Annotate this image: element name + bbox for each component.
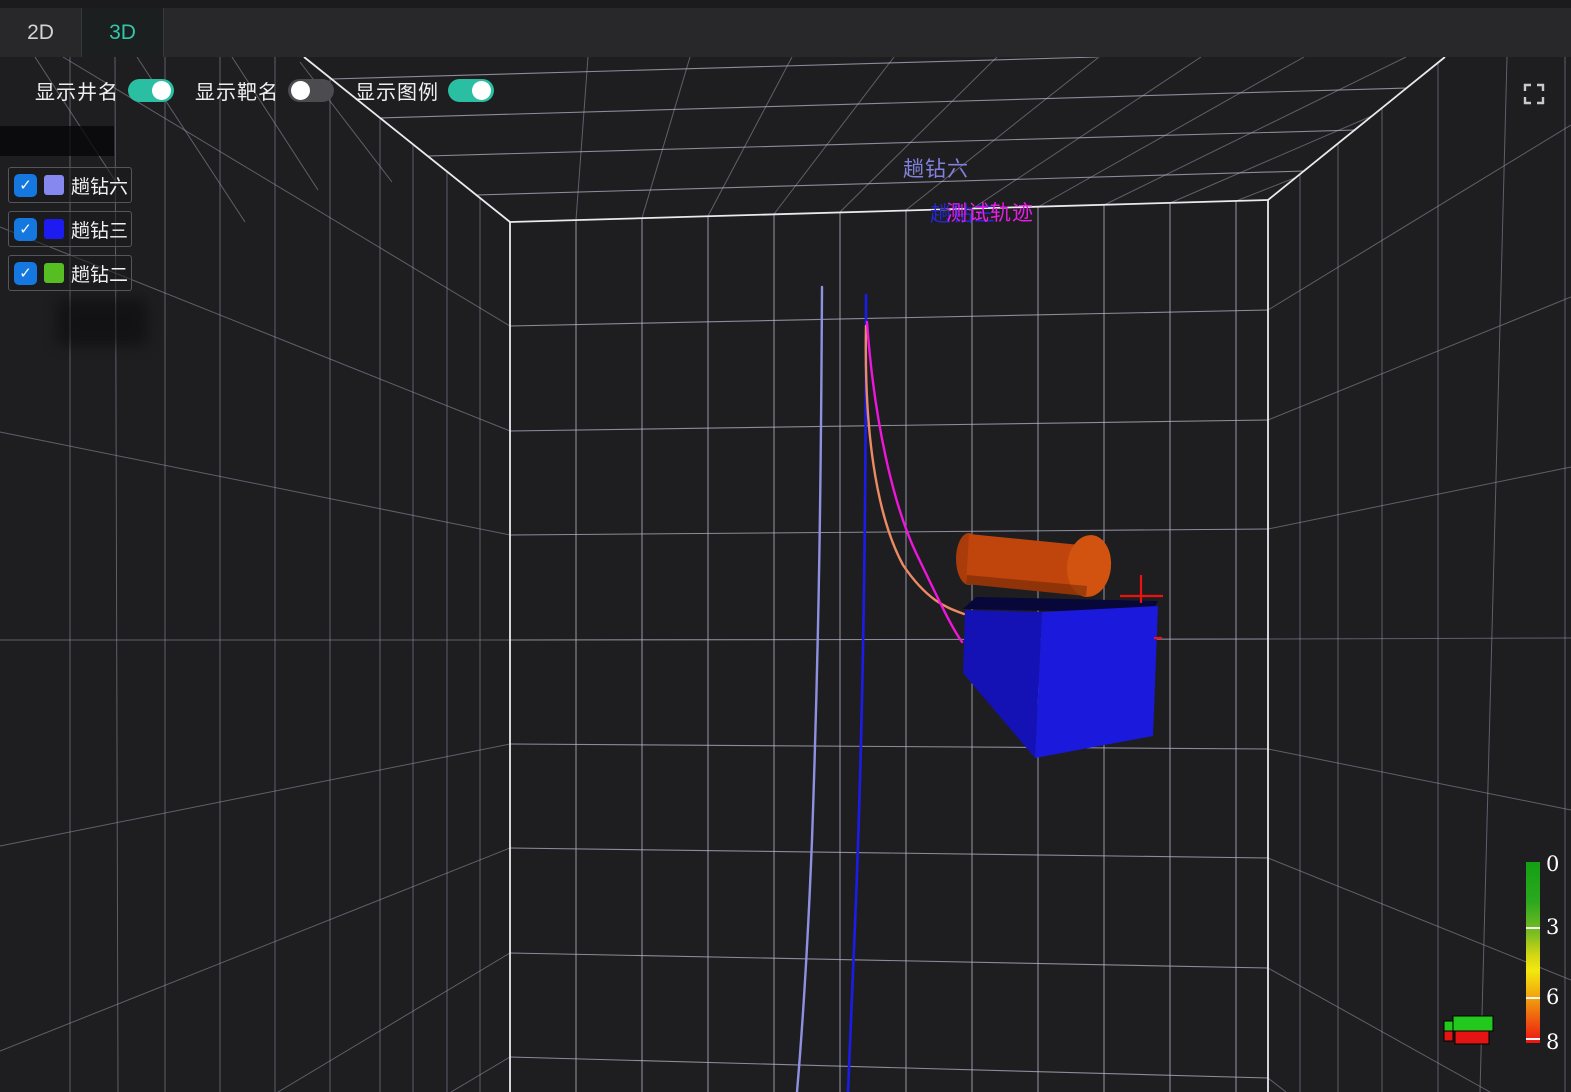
well-label-six: 趟钻六	[903, 158, 969, 181]
toggle-label-legend: 显示图例	[355, 76, 439, 105]
checkbox-checked-icon[interactable]: ✓	[14, 218, 37, 241]
toggle-knob	[152, 81, 171, 100]
tab-3d[interactable]: 3D	[82, 8, 164, 57]
top-strip	[0, 0, 1571, 8]
colorbar-label-3: 3	[1546, 915, 1559, 939]
legend-row-well-six[interactable]: ✓ 趟钻六	[8, 167, 132, 203]
colorbar-tick	[1526, 997, 1540, 999]
well-label-test-track: 测试轨迹	[946, 202, 1034, 225]
legend-well-label: 趟钻二	[71, 260, 128, 287]
app-root: 趟钻六 趟钻三 测试轨迹	[0, 0, 1571, 1092]
toggle-pair-target-names: 显示靶名	[195, 76, 334, 105]
legend-well-label: 趟钻三	[71, 216, 128, 243]
colorbar-tick	[1526, 927, 1540, 929]
legend-row-well-two[interactable]: ✓ 趟钻二	[8, 255, 132, 291]
well-color-swatch	[44, 175, 64, 195]
legend-well-label: 趟钻六	[71, 172, 128, 199]
artifact-blur-patch	[56, 298, 148, 346]
toggle-label-target-names: 显示靶名	[195, 76, 279, 105]
well-color-swatch	[44, 219, 64, 239]
scene-3d-canvas[interactable]: 趟钻六 趟钻三 测试轨迹	[0, 0, 1571, 1092]
toggle-show-legend[interactable]	[448, 79, 494, 102]
checkbox-checked-icon[interactable]: ✓	[14, 262, 37, 285]
tab-row: 2D 3D	[0, 8, 164, 57]
toggle-pair-well-names: 显示井名	[35, 76, 174, 105]
colorbar-label-0: 0	[1546, 852, 1559, 876]
toggle-show-well-names[interactable]	[128, 79, 174, 102]
tab-bar: 2D 3D	[0, 0, 1571, 57]
fullscreen-icon[interactable]	[1522, 82, 1546, 106]
tab-2d[interactable]: 2D	[0, 8, 82, 57]
checkbox-checked-icon[interactable]: ✓	[14, 174, 37, 197]
target-box-front-face	[1035, 606, 1158, 758]
color-scale-bar: 0 3 6 8	[1526, 862, 1540, 1043]
colorbar-tick	[1526, 1038, 1540, 1040]
toggle-pair-legend: 显示图例	[355, 76, 494, 105]
toggle-label-well-names: 显示井名	[35, 76, 119, 105]
display-toggles: 显示井名 显示靶名 显示图例	[35, 76, 515, 105]
artifact-dark-patch	[0, 126, 114, 156]
legend-row-well-three[interactable]: ✓ 趟钻三	[8, 211, 132, 247]
colorbar-label-8: 8	[1546, 1030, 1559, 1054]
well-legend: ✓ 趟钻六 ✓ 趟钻三 ✓ 趟钻二	[8, 167, 132, 299]
toggle-knob	[291, 81, 310, 100]
scene-3d-viewport[interactable]: 趟钻六 趟钻三 测试轨迹	[0, 0, 1571, 1092]
toggle-show-target-names[interactable]	[288, 79, 334, 102]
well-color-swatch	[44, 263, 64, 283]
colorbar-label-6: 6	[1546, 985, 1559, 1009]
scene-background	[0, 0, 1571, 1092]
toggle-knob	[472, 81, 491, 100]
